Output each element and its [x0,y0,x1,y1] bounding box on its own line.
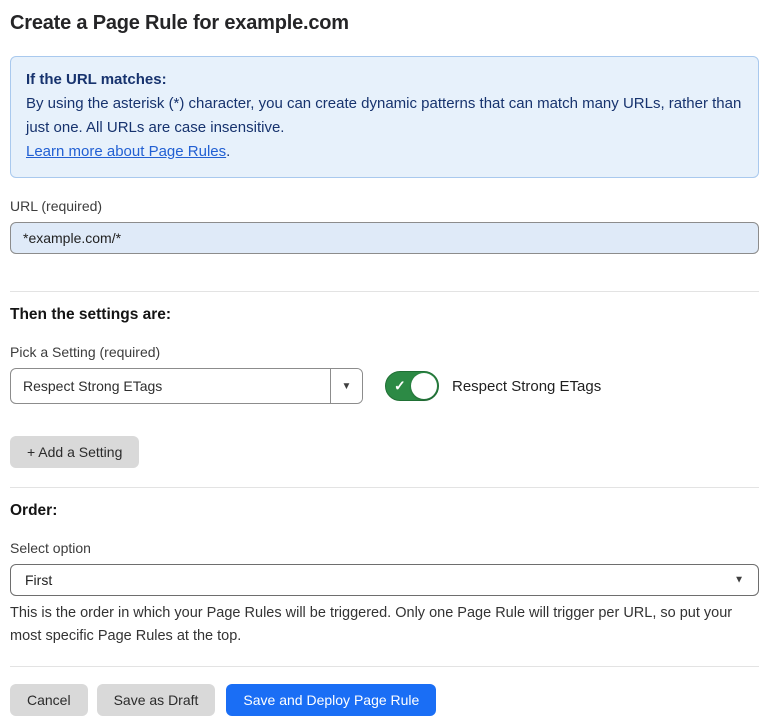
url-field-label: URL (required) [10,198,759,214]
chevron-down-icon: ▼ [342,381,352,392]
page-title: Create a Page Rule for example.com [10,12,759,35]
link-suffix: . [226,143,230,160]
order-select[interactable]: First ▼ [10,564,759,596]
save-deploy-button[interactable]: Save and Deploy Page Rule [226,684,436,716]
url-input[interactable] [10,222,759,254]
page-rule-form: Create a Page Rule for example.com If th… [0,0,769,716]
settings-section-heading: Then the settings are: [10,306,759,324]
divider-above-actions [10,666,759,667]
info-box-link-line: Learn more about Page Rules. [26,140,743,164]
info-box-heading: If the URL matches: [26,68,743,92]
add-setting-button[interactable]: + Add a Setting [10,436,139,468]
setting-toggle[interactable]: ✓ [385,371,439,401]
url-match-info-box: If the URL matches: By using the asteris… [10,56,759,178]
setting-dropdown-arrow-button[interactable]: ▼ [330,369,362,403]
pick-setting-label: Pick a Setting (required) [10,344,759,360]
check-icon: ✓ [394,379,406,393]
learn-more-link[interactable]: Learn more about Page Rules [26,143,226,160]
setting-dropdown-value: Respect Strong ETags [11,369,330,403]
order-section-heading: Order: [10,502,759,520]
setting-toggle-label: Respect Strong ETags [452,378,601,395]
form-actions: Cancel Save as Draft Save and Deploy Pag… [10,684,759,716]
toggle-knob [411,373,437,399]
info-box-body: By using the asterisk (*) character, you… [26,92,743,140]
order-helper-text: This is the order in which your Page Rul… [10,602,759,648]
cancel-button[interactable]: Cancel [10,684,88,716]
order-select-label: Select option [10,540,759,556]
order-select-value: First [25,572,52,588]
chevron-down-icon: ▼ [734,575,744,586]
save-draft-button[interactable]: Save as Draft [97,684,216,716]
divider-after-url [10,291,759,292]
setting-dropdown[interactable]: Respect Strong ETags ▼ [10,368,363,404]
setting-row: Respect Strong ETags ▼ ✓ Respect Strong … [10,368,759,404]
divider-after-settings [10,487,759,488]
